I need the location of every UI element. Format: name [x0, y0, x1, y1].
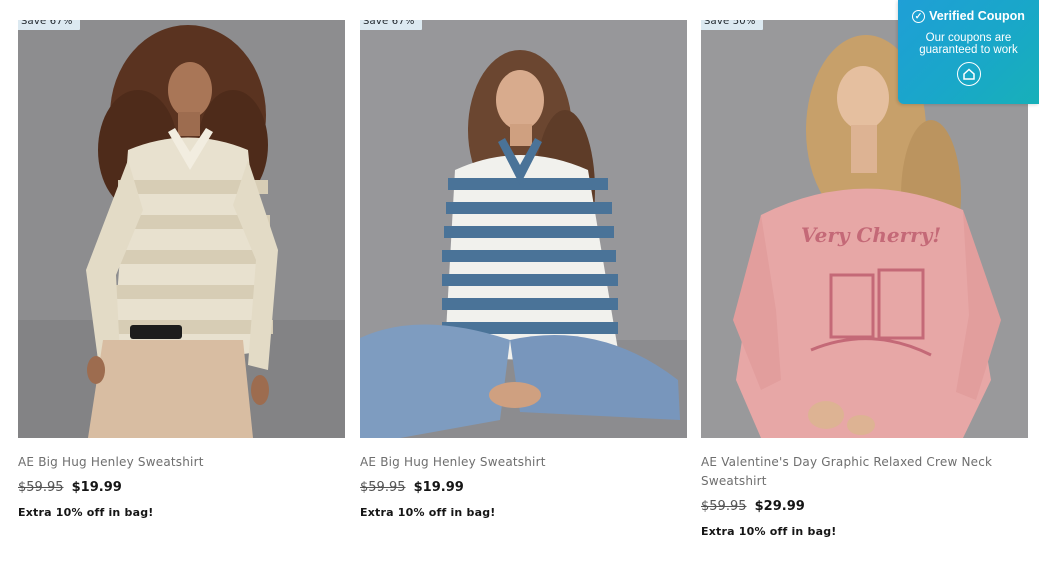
sale-price: $19.99 — [71, 480, 122, 495]
check-circle-icon: ✓ — [912, 9, 926, 23]
original-price: $59.95 — [360, 480, 406, 495]
original-price: $59.95 — [18, 480, 64, 495]
coupon-message: Our coupons are guaranteed to work — [919, 32, 1018, 56]
product-title[interactable]: AE Big Hug Henley Sweatshirt — [360, 453, 687, 472]
home-shape — [962, 68, 975, 80]
product-title[interactable]: AE Valentine's Day Graphic Relaxed Crew … — [701, 453, 1028, 491]
discount-badge: Save 50% — [701, 20, 763, 30]
discount-badge: Save 67% — [18, 20, 80, 30]
product-title[interactable]: AE Big Hug Henley Sweatshirt — [18, 453, 345, 472]
discount-badge: Save 67% — [360, 20, 422, 30]
product-photo-blue-henley — [360, 20, 687, 438]
original-price: $59.95 — [701, 499, 747, 514]
promo-text: Extra 10% off in bag! — [18, 506, 154, 519]
verified-coupon-widget[interactable]: ✓ Verified Coupon Our coupons are guaran… — [898, 0, 1039, 104]
price-row: $59.95 $19.99 — [360, 480, 687, 496]
product-grid: Save 67% AE Big Hug Henley Sweatshirt $5… — [18, 20, 1028, 560]
promo-text: Extra 10% off in bag! — [701, 525, 837, 538]
product-card[interactable]: Save 67% AE Big Hug Henley Sweatshirt $5… — [360, 20, 687, 519]
coupon-header: ✓ Verified Coupon — [898, 9, 1039, 23]
sale-price: $19.99 — [413, 480, 464, 495]
coupon-title: Verified Coupon — [929, 9, 1025, 23]
price-row: $59.95 $19.99 — [18, 480, 345, 496]
brand-logo-icon[interactable] — [956, 62, 981, 86]
promo-text: Extra 10% off in bag! — [360, 506, 496, 519]
sale-price: $29.99 — [754, 499, 805, 514]
product-image[interactable]: Save 67% — [18, 20, 345, 438]
graphic-print-text: Very Cherry! — [801, 223, 941, 247]
product-image[interactable]: Save 67% — [360, 20, 687, 438]
product-card[interactable]: Save 67% AE Big Hug Henley Sweatshirt $5… — [18, 20, 345, 519]
product-photo-cream-henley — [18, 20, 345, 438]
price-row: $59.95 $29.99 — [701, 499, 1028, 515]
